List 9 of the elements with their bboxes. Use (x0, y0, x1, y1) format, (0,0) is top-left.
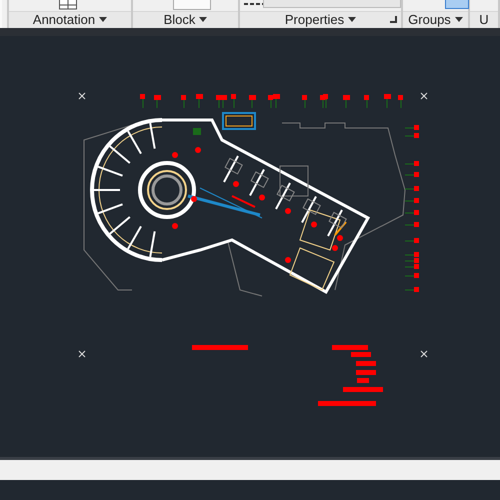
table-icon[interactable] (59, 0, 77, 10)
group-icon[interactable] (445, 0, 469, 9)
crosshair-icon (420, 92, 428, 100)
crosshair-icon (420, 350, 428, 358)
dropdown-field[interactable] (173, 0, 211, 10)
crosshair-icon (78, 350, 86, 358)
crosshair-icon (78, 92, 86, 100)
launcher-icon[interactable] (390, 16, 397, 23)
linetype-field[interactable] (263, 0, 401, 8)
